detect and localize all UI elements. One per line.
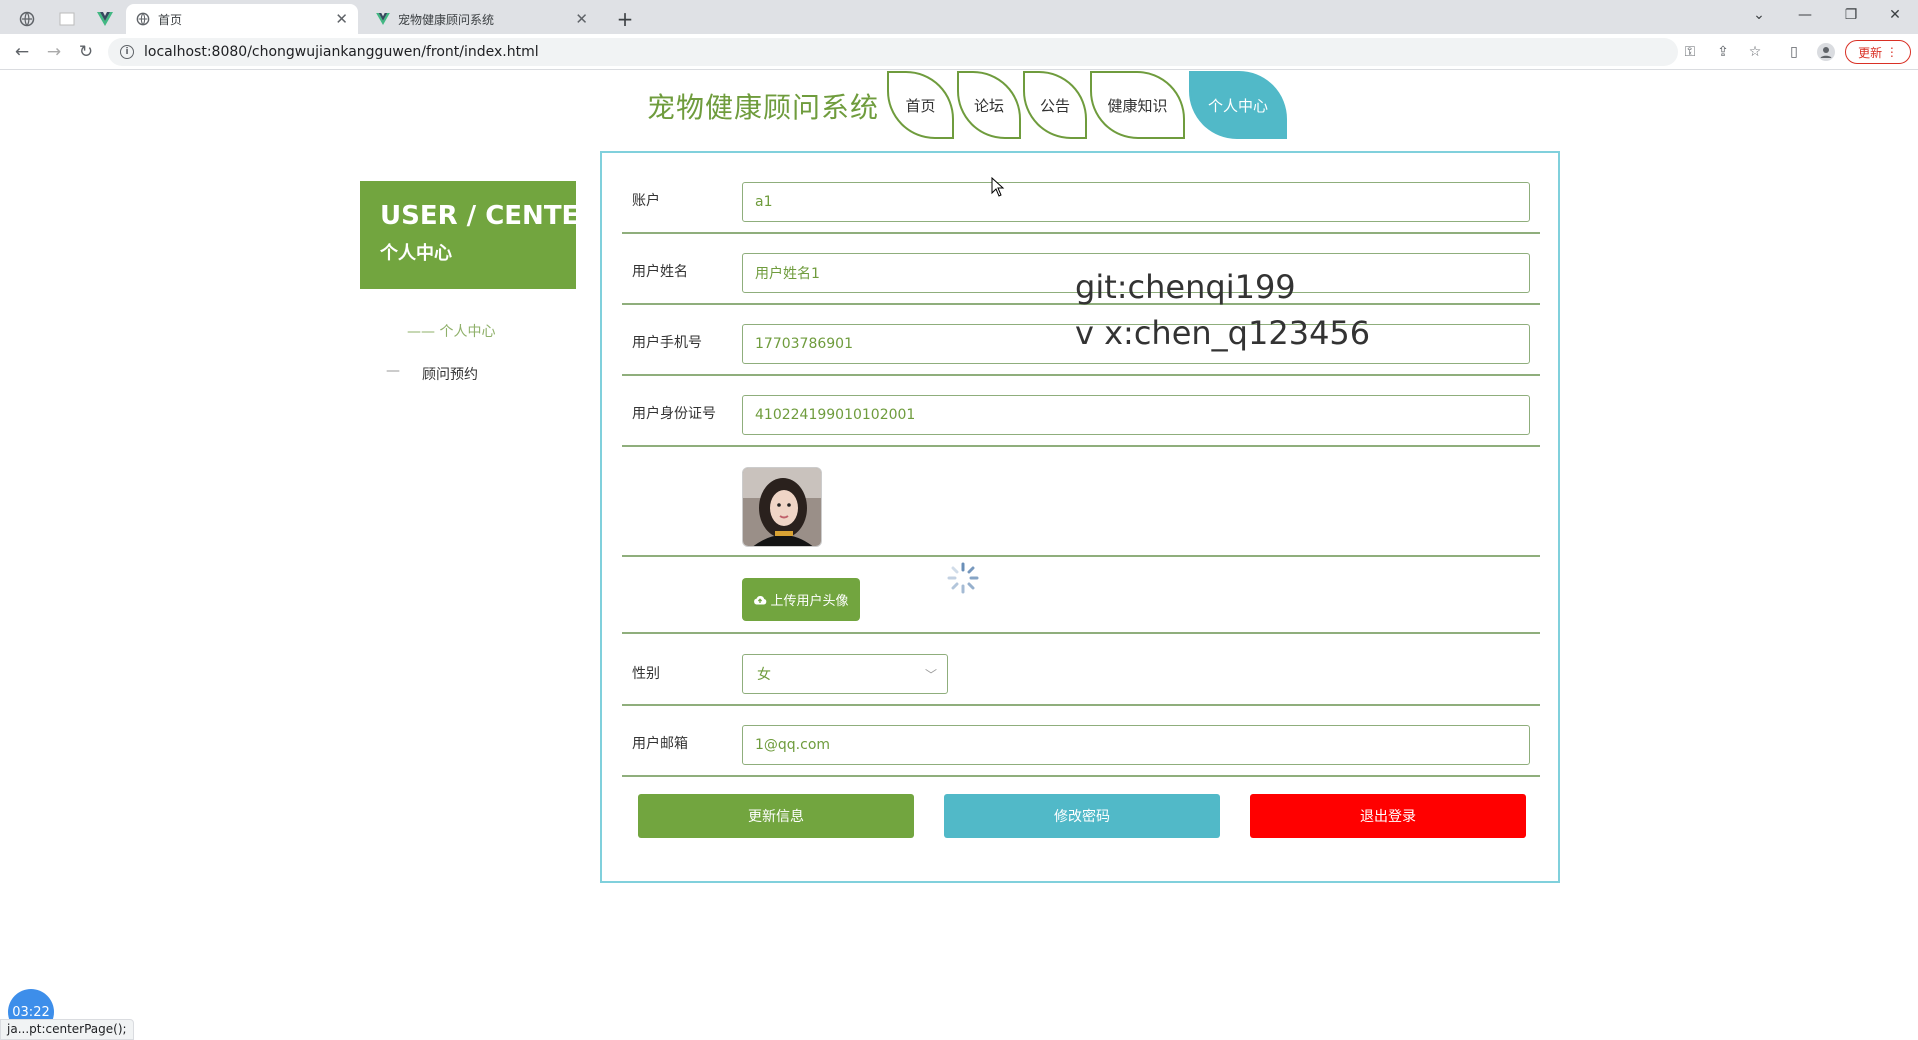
user-avatar-image: [742, 467, 822, 547]
username-label: 用户姓名: [632, 264, 688, 280]
close-window-icon[interactable]: ✕: [1872, 0, 1918, 30]
upload-avatar-label: 上传用户头像: [770, 594, 849, 609]
logout-button[interactable]: 退出登录: [1250, 794, 1526, 838]
sidebar-title-cn: 个人中心: [380, 243, 452, 264]
gender-select[interactable]: 女 ﹀: [742, 654, 948, 694]
watermark-git: git:chenqi199: [1075, 268, 1296, 306]
row-divider: [622, 704, 1540, 706]
cloud-upload-icon: [754, 595, 767, 604]
chevron-down-icon: ﹀: [924, 668, 937, 682]
email-input[interactable]: [742, 725, 1530, 765]
row-divider: [622, 445, 1540, 447]
address-bar-row: ← → ↻ i localhost:8080/chongwujiankanggu…: [0, 34, 1918, 70]
id-card-label: 用户身份证号: [632, 406, 716, 422]
vue-logo-icon: [97, 11, 113, 26]
pinned-tab[interactable]: [10, 5, 44, 32]
nav-tab-health-knowledge[interactable]: 健康知识: [1090, 71, 1185, 139]
tab-title: 宠物健康顾问系统: [398, 12, 495, 27]
account-label: 账户: [632, 193, 660, 209]
row-divider: [622, 232, 1540, 234]
nav-tab-forum[interactable]: 论坛: [957, 71, 1021, 139]
row-divider: [622, 555, 1540, 557]
gender-value: 女: [757, 667, 771, 683]
tab-title: 首页: [158, 12, 183, 27]
nav-tab-user-center[interactable]: 个人中心: [1189, 71, 1287, 139]
side-panel-icon[interactable]: ▯: [1784, 42, 1804, 62]
email-label: 用户邮箱: [632, 736, 688, 752]
row-divider: [622, 775, 1540, 777]
browser-tab-strip: 首页 ✕ 宠物健康顾问系统 ✕ + ⌄ — ❐ ✕: [0, 0, 1918, 34]
update-label: 更新: [1858, 45, 1883, 60]
row-divider: [622, 632, 1540, 634]
key-icon[interactable]: ⚿: [1680, 42, 1700, 62]
mouse-cursor-icon: [991, 176, 1005, 201]
tab-search-icon[interactable]: ⌄: [1736, 0, 1782, 30]
globe-icon: [19, 11, 35, 26]
minimize-icon[interactable]: —: [1782, 0, 1828, 30]
upload-avatar-button[interactable]: 上传用户头像: [742, 578, 860, 621]
change-password-button[interactable]: 修改密码: [944, 794, 1220, 838]
restore-icon[interactable]: ❐: [1828, 0, 1874, 30]
bookmark-star-icon[interactable]: ☆: [1745, 42, 1765, 62]
blank-page-icon: [59, 12, 75, 25]
sidebar-item-dash: —: [386, 363, 400, 379]
pinned-tab[interactable]: [88, 5, 122, 32]
gender-label: 性别: [632, 666, 660, 682]
update-info-button[interactable]: 更新信息: [638, 794, 914, 838]
sidebar-item-user-center[interactable]: —— 个人中心: [407, 321, 495, 341]
back-arrow-icon[interactable]: ←: [8, 38, 36, 66]
user-info-form: 账户 用户姓名 用户手机号 用户身份证号: [600, 151, 1560, 883]
browser-tab-system[interactable]: 宠物健康顾问系统 ✕: [366, 4, 598, 34]
globe-icon: [136, 12, 150, 26]
vue-logo-icon: [376, 13, 390, 25]
sidebar-item-appointment[interactable]: 顾问预约: [422, 364, 478, 384]
site-info-icon[interactable]: i: [120, 45, 134, 59]
url-bar[interactable]: i localhost:8080/chongwujiankangguwen/fr…: [108, 38, 1678, 66]
loading-spinner-icon: [946, 561, 980, 595]
profile-avatar-icon[interactable]: [1816, 42, 1836, 62]
nav-tab-notice[interactable]: 公告: [1023, 71, 1087, 139]
site-title: 宠物健康顾问系统: [647, 91, 880, 124]
pinned-tab[interactable]: [50, 5, 84, 32]
phone-label: 用户手机号: [632, 335, 702, 351]
nav-tab-home[interactable]: 首页: [887, 71, 954, 139]
row-divider: [622, 374, 1540, 376]
forward-arrow-icon[interactable]: →: [40, 38, 68, 66]
browser-tab-home[interactable]: 首页 ✕: [126, 4, 358, 34]
sidebar-title-en: USER / CENTER: [380, 201, 600, 231]
close-tab-icon[interactable]: ✕: [575, 10, 588, 28]
browser-update-button[interactable]: 更新 ⋮: [1845, 40, 1911, 64]
status-bar-link-preview: ja...pt:centerPage();: [0, 1019, 134, 1040]
reload-icon[interactable]: ↻: [72, 38, 100, 66]
id-card-input[interactable]: [742, 395, 1530, 435]
watermark-wechat: v x:chen_q123456: [1075, 314, 1371, 352]
account-input[interactable]: [742, 182, 1530, 222]
url-text: localhost:8080/chongwujiankangguwen/fron…: [144, 44, 539, 60]
share-icon[interactable]: ⇪: [1713, 42, 1733, 62]
new-tab-icon[interactable]: +: [608, 5, 642, 32]
sidebar-header: USER / CENTER 个人中心: [360, 181, 599, 289]
close-tab-icon[interactable]: ✕: [335, 10, 348, 28]
